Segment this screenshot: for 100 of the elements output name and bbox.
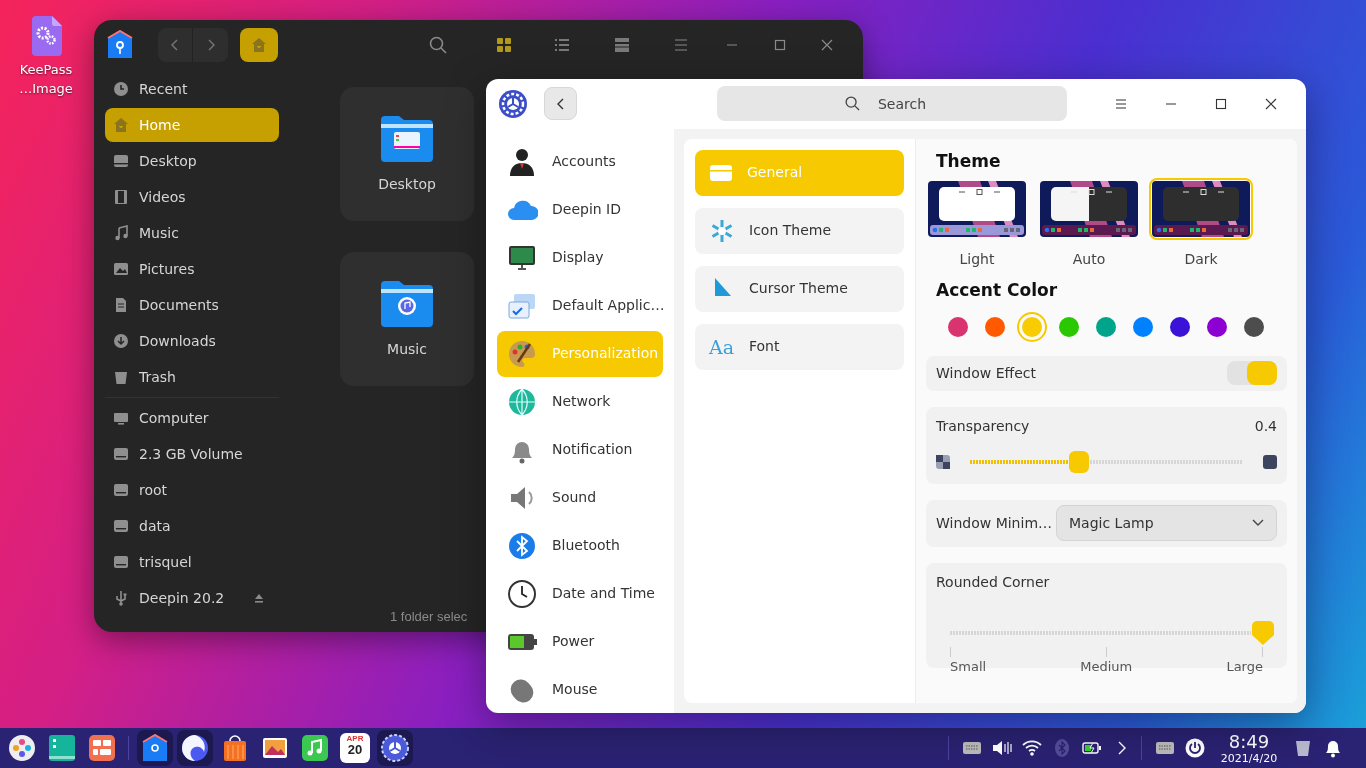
nav-item[interactable]: Notification (497, 425, 663, 474)
dock-button[interactable] (377, 730, 413, 766)
picture-icon (113, 261, 129, 277)
nav-item[interactable]: Network (497, 377, 663, 426)
sidebar-item[interactable]: trisquel (105, 544, 279, 580)
chevron-down-icon (1252, 519, 1264, 528)
sidebar-item[interactable]: Pictures (105, 251, 279, 287)
sidebar-item[interactable]: Downloads (105, 323, 279, 359)
sidebar-window-icon (48, 734, 76, 762)
nav-item[interactable]: Power (497, 617, 663, 666)
category-item[interactable]: Icon Theme (695, 207, 904, 254)
bluetooth-icon (1052, 738, 1072, 758)
tick-label: Small (950, 657, 987, 676)
theme-preview-icon (928, 181, 1026, 238)
setting-label: Transparency (936, 416, 1030, 436)
search-field[interactable]: Search (717, 86, 1067, 122)
section-heading: Theme (936, 149, 1002, 173)
nav-item[interactable]: Accounts (497, 137, 663, 186)
maximize-icon (1215, 97, 1227, 110)
sidebar-item[interactable]: Trash (105, 359, 279, 395)
sidebar-item[interactable]: Computer (105, 400, 279, 436)
nav-item[interactable]: Deepin ID (497, 185, 663, 234)
eject-icon[interactable] (253, 592, 265, 604)
wifi-icon (1022, 738, 1042, 758)
gear-icon (381, 734, 409, 762)
box-icon (106, 30, 134, 60)
folder-tile[interactable]: Desktop (340, 87, 474, 221)
sidebar-item[interactable]: 2.3 GB Volume (105, 436, 279, 472)
value-reading: 0.4 (1254, 416, 1277, 436)
category-item[interactable]: Cursor Theme (695, 265, 904, 312)
menu-icon (1115, 97, 1127, 110)
clock-icon (113, 81, 129, 97)
menu-icon (673, 39, 688, 51)
music-note-icon (113, 225, 129, 241)
sidebar-item[interactable]: Documents (105, 287, 279, 323)
snowflake-icon (709, 217, 735, 244)
launcher-icon (8, 734, 36, 762)
close-icon (821, 39, 834, 51)
folder-tile[interactable]: Music (340, 252, 474, 386)
trash-icon (113, 369, 129, 385)
calendar-month: APR (346, 735, 364, 743)
speaker-icon (992, 738, 1012, 758)
checker-icon (936, 454, 950, 469)
drive-icon (113, 518, 129, 534)
nav-item[interactable]: Sound (497, 473, 663, 522)
sidebar-item[interactable]: root (105, 472, 279, 508)
house-icon (113, 117, 129, 133)
document-icon (113, 297, 129, 313)
nav-item[interactable]: Default Applic… (497, 281, 663, 330)
home-button[interactable] (240, 28, 278, 62)
nav-item[interactable]: Mouse (497, 665, 663, 713)
section-heading: Accent Color (936, 279, 1059, 303)
chevron-left-icon (556, 97, 565, 110)
nav-item[interactable]: Display (497, 233, 663, 282)
sidebar-item[interactable]: Desktop (105, 143, 279, 179)
swirl-icon (181, 734, 209, 762)
power-icon (1185, 738, 1205, 758)
color-swatch[interactable] (1017, 311, 1047, 342)
theme-preview-icon (1040, 181, 1138, 238)
calendar-day: 20 (347, 743, 363, 756)
document-gears-icon (30, 16, 62, 56)
square-icon (1263, 454, 1277, 469)
drive-icon (113, 482, 129, 498)
music-note-icon (301, 734, 329, 762)
font-glyph: Aa (709, 334, 735, 360)
usb-icon (113, 590, 129, 606)
grid-icon (496, 37, 513, 53)
tick-label: Medium (1080, 657, 1133, 676)
shopping-bag-icon (221, 734, 249, 762)
slider-thumb[interactable] (1069, 450, 1090, 473)
sidebar-item[interactable]: Recent (105, 71, 279, 107)
panel-icon (613, 37, 630, 53)
theme-preview-icon (1152, 181, 1250, 238)
sidebar-item[interactable]: data (105, 508, 279, 544)
file-label: KeePass …Image (18, 61, 74, 98)
setting-label: Window Minim… (936, 513, 1053, 533)
category-item[interactable]: Aa Font (695, 323, 904, 370)
nav-item[interactable]: Date and Time (497, 569, 663, 618)
dock-button[interactable] (137, 730, 173, 766)
slider-thumb[interactable] (1252, 620, 1274, 645)
theme-option[interactable]: Light (925, 178, 1029, 271)
sidebar-item[interactable]: Music (105, 215, 279, 251)
sidebar-item[interactable]: Videos (105, 179, 279, 215)
dock-button[interactable]: APR 20 (337, 730, 373, 766)
dock-button[interactable] (177, 730, 213, 766)
sidebar-item[interactable]: Deepin 20.2 (105, 580, 279, 616)
trash-icon (1293, 738, 1313, 758)
clock-date: 2021/4/20 (1219, 752, 1279, 764)
monitor-icon (113, 153, 129, 169)
monitor-icon (113, 410, 129, 426)
nav-item[interactable]: Bluetooth (497, 521, 663, 570)
search-icon (845, 96, 860, 112)
download-icon (113, 333, 129, 349)
bell-icon (1323, 738, 1343, 758)
dropdown[interactable]: Magic Lamp (1056, 505, 1277, 542)
house-icon (250, 37, 267, 53)
toggle-switch[interactable] (1227, 361, 1277, 386)
box-icon (141, 734, 169, 762)
theme-option[interactable]: Auto (1037, 178, 1141, 271)
search-icon (428, 36, 447, 54)
